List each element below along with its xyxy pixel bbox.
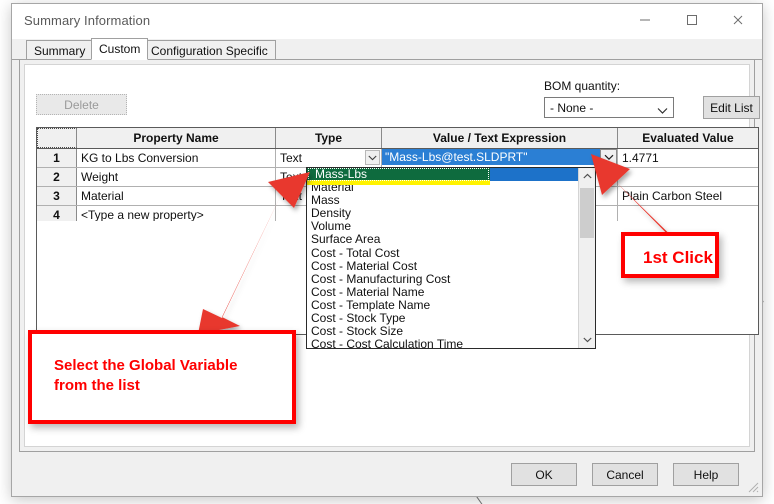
dropdown-item[interactable]: Surface Area — [307, 233, 578, 246]
cell-type-value: Text — [280, 189, 303, 203]
grid-header-evaluated-value[interactable]: Evaluated Value — [618, 128, 758, 148]
dialog-title: Summary Information — [24, 13, 151, 28]
tab-configuration-specific[interactable]: Configuration Specific — [143, 40, 276, 60]
edit-list-label: Edit List — [710, 100, 753, 115]
grid-header-type[interactable]: Type — [276, 128, 382, 148]
tab-custom[interactable]: Custom — [91, 38, 149, 60]
annotation-left-text: Select the Global Variable from the list — [54, 356, 237, 396]
row-number[interactable]: 3 — [37, 187, 77, 205]
delete-button[interactable]: Delete — [36, 94, 127, 115]
tab-custom-label: Custom — [99, 42, 141, 56]
row-number[interactable]: 2 — [37, 168, 77, 186]
dropdown-item[interactable]: Cost - Manufacturing Cost — [307, 272, 578, 286]
dropdown-item[interactable]: Cost - Material Cost — [307, 259, 578, 273]
help-button-label: Help — [693, 467, 719, 482]
dropdown-item[interactable]: Cost - Material Name — [307, 285, 578, 299]
help-button[interactable]: Help — [673, 463, 739, 486]
dialog-titlebar[interactable]: Summary Information — [12, 4, 762, 39]
grid-header-property-name[interactable]: Property Name — [77, 128, 276, 148]
scroll-up-icon[interactable] — [579, 168, 595, 184]
scroll-down-icon[interactable] — [579, 332, 595, 348]
dropdown-scrollbar[interactable] — [578, 168, 595, 348]
dropdown-items[interactable]: Mass-Lbs Material Mass Density Volume Surface… — [307, 168, 578, 348]
cancel-button-label: Cancel — [606, 467, 644, 482]
focus-outline — [308, 168, 489, 181]
chevron-down-icon — [657, 104, 668, 118]
annotation-left-line1: Select the Global Variable — [54, 357, 238, 374]
ok-button[interactable]: OK — [511, 463, 577, 486]
dropdown-item[interactable]: Cost - Total Cost — [307, 246, 578, 260]
chevron-down-icon[interactable] — [365, 150, 380, 165]
cell-type[interactable]: Text — [276, 149, 382, 167]
tab-configuration-specific-label: Configuration Specific — [151, 43, 268, 58]
dropdown-item[interactable]: Mass-Lbs — [307, 168, 578, 185]
resize-grip-icon[interactable] — [746, 480, 759, 493]
grid-header-row: Property Name Type Value / Text Expressi… — [37, 128, 758, 149]
maximize-icon[interactable] — [669, 4, 715, 36]
bom-quantity-label: BOM quantity: — [544, 79, 621, 93]
tab-summary-label: Summary — [34, 43, 86, 58]
cell-type-value: Text — [280, 151, 303, 165]
table-row[interactable]: 1 KG to Lbs Conversion Text "Mass-Lbs@te… — [37, 149, 758, 168]
cell-property-name[interactable]: Weight — [77, 168, 276, 186]
tab-strip: Summary Custom Configuration Specific — [12, 38, 762, 60]
grid-header-corner[interactable] — [37, 128, 77, 148]
cell-type-value: Text — [280, 170, 303, 184]
cell-property-name[interactable]: KG to Lbs Conversion — [77, 149, 276, 167]
edit-list-button[interactable]: Edit List — [703, 96, 760, 119]
cell-evaluated-value — [618, 168, 758, 186]
row-number[interactable]: 1 — [37, 149, 77, 167]
minimize-icon[interactable] — [622, 4, 668, 36]
bom-quantity-select[interactable]: - None - — [544, 97, 674, 118]
delete-button-label: Delete — [64, 97, 99, 112]
cell-value-text-expression[interactable]: "Mass-Lbs@test.SLDPRT" — [382, 149, 618, 167]
cell-property-name[interactable]: Material — [77, 187, 276, 205]
scrollbar-thumb[interactable] — [580, 188, 594, 238]
tab-summary[interactable]: Summary — [26, 40, 94, 60]
global-variable-dropdown-list[interactable]: Mass-Lbs Material Mass Density Volume Surface… — [306, 167, 596, 349]
cell-evaluated-value: Plain Carbon Steel — [622, 189, 723, 203]
annotation-right-text: 1st Click — [643, 248, 713, 267]
ok-button-label: OK — [535, 467, 553, 482]
bom-quantity-value: - None - — [550, 101, 594, 115]
value-expression-dropdown-button[interactable] — [600, 149, 617, 165]
value-expression-input[interactable]: "Mass-Lbs@test.SLDPRT" — [382, 149, 600, 165]
grid-header-value-text-expression[interactable]: Value / Text Expression — [382, 128, 618, 148]
cell-evaluated-value: 1.4771 — [622, 151, 659, 165]
annotation-box-first-click: 1st Click — [621, 232, 719, 278]
value-expression-text: "Mass-Lbs@test.SLDPRT" — [385, 150, 528, 164]
close-icon[interactable] — [715, 4, 761, 36]
annotation-left-line2: from the list — [54, 377, 140, 394]
cancel-button[interactable]: Cancel — [592, 463, 658, 486]
annotation-box-select-global-variable: Select the Global Variable from the list — [28, 330, 296, 424]
dropdown-item[interactable]: Cost - Cost Calculation Time — [307, 338, 578, 348]
